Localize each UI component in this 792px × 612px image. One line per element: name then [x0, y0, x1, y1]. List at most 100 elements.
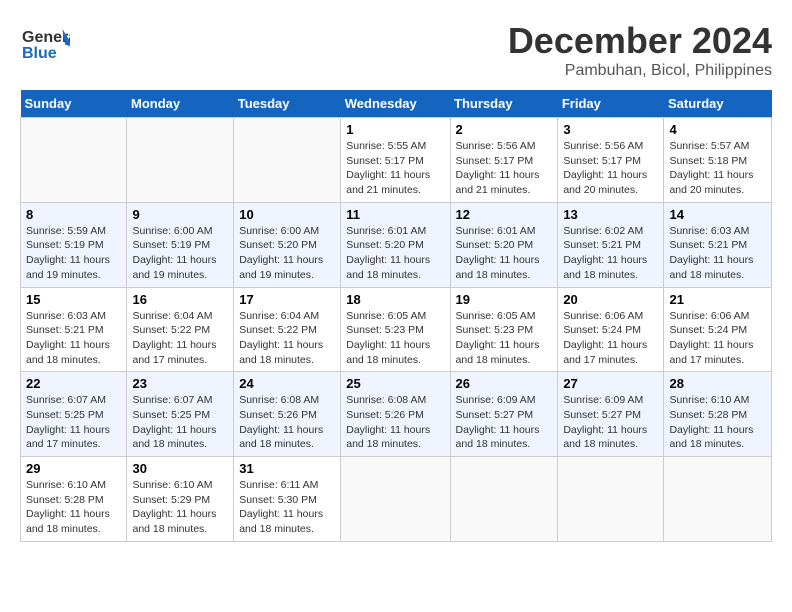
day-number: 26 [456, 376, 553, 391]
calendar-cell: 11 Sunrise: 6:01 AMSunset: 5:20 PMDaylig… [341, 202, 450, 287]
day-header-tuesday: Tuesday [234, 90, 341, 118]
calendar-week-row: 1 Sunrise: 5:55 AMSunset: 5:17 PMDayligh… [21, 118, 772, 203]
day-number: 16 [132, 292, 228, 307]
calendar-cell: 26 Sunrise: 6:09 AMSunset: 5:27 PMDaylig… [450, 372, 558, 457]
calendar-cell [127, 118, 234, 203]
day-number: 28 [669, 376, 766, 391]
calendar-cell: 10 Sunrise: 6:00 AMSunset: 5:20 PMDaylig… [234, 202, 341, 287]
calendar-cell: 31 Sunrise: 6:11 AMSunset: 5:30 PMDaylig… [234, 457, 341, 542]
day-info: Sunrise: 5:56 AMSunset: 5:17 PMDaylight:… [563, 140, 647, 196]
day-info: Sunrise: 6:11 AMSunset: 5:30 PMDaylight:… [239, 479, 323, 535]
calendar-cell: 27 Sunrise: 6:09 AMSunset: 5:27 PMDaylig… [558, 372, 664, 457]
day-number: 17 [239, 292, 335, 307]
day-header-sunday: Sunday [21, 90, 127, 118]
day-header-thursday: Thursday [450, 90, 558, 118]
day-number: 31 [239, 461, 335, 476]
calendar-table: SundayMondayTuesdayWednesdayThursdayFrid… [20, 90, 772, 542]
calendar-cell: 17 Sunrise: 6:04 AMSunset: 5:22 PMDaylig… [234, 287, 341, 372]
day-info: Sunrise: 6:02 AMSunset: 5:21 PMDaylight:… [563, 225, 647, 281]
calendar-body: 1 Sunrise: 5:55 AMSunset: 5:17 PMDayligh… [21, 118, 772, 542]
calendar-cell: 12 Sunrise: 6:01 AMSunset: 5:20 PMDaylig… [450, 202, 558, 287]
calendar-cell: 16 Sunrise: 6:04 AMSunset: 5:22 PMDaylig… [127, 287, 234, 372]
day-number: 13 [563, 207, 658, 222]
calendar-cell: 20 Sunrise: 6:06 AMSunset: 5:24 PMDaylig… [558, 287, 664, 372]
day-info: Sunrise: 6:01 AMSunset: 5:20 PMDaylight:… [346, 225, 430, 281]
page-header: General Blue December 2024 Pambuhan, Bic… [20, 20, 772, 80]
title-section: December 2024 Pambuhan, Bicol, Philippin… [508, 20, 772, 80]
calendar-cell: 24 Sunrise: 6:08 AMSunset: 5:26 PMDaylig… [234, 372, 341, 457]
calendar-cell: 4 Sunrise: 5:57 AMSunset: 5:18 PMDayligh… [664, 118, 772, 203]
day-info: Sunrise: 6:05 AMSunset: 5:23 PMDaylight:… [456, 310, 540, 366]
day-header-monday: Monday [127, 90, 234, 118]
calendar-cell [664, 457, 772, 542]
calendar-cell: 29 Sunrise: 6:10 AMSunset: 5:28 PMDaylig… [21, 457, 127, 542]
logo: General Blue [20, 20, 73, 75]
month-title: December 2024 [508, 20, 772, 62]
day-number: 4 [669, 122, 766, 137]
location: Pambuhan, Bicol, Philippines [508, 62, 772, 80]
calendar-cell: 13 Sunrise: 6:02 AMSunset: 5:21 PMDaylig… [558, 202, 664, 287]
calendar-cell: 9 Sunrise: 6:00 AMSunset: 5:19 PMDayligh… [127, 202, 234, 287]
day-number: 30 [132, 461, 228, 476]
day-number: 24 [239, 376, 335, 391]
day-info: Sunrise: 6:04 AMSunset: 5:22 PMDaylight:… [239, 310, 323, 366]
day-info: Sunrise: 6:10 AMSunset: 5:28 PMDaylight:… [669, 394, 753, 450]
calendar-cell [21, 118, 127, 203]
day-header-wednesday: Wednesday [341, 90, 450, 118]
day-number: 27 [563, 376, 658, 391]
day-number: 15 [26, 292, 121, 307]
svg-text:General: General [22, 29, 70, 46]
day-info: Sunrise: 6:03 AMSunset: 5:21 PMDaylight:… [26, 310, 110, 366]
day-info: Sunrise: 6:07 AMSunset: 5:25 PMDaylight:… [132, 394, 216, 450]
day-number: 25 [346, 376, 444, 391]
day-info: Sunrise: 6:05 AMSunset: 5:23 PMDaylight:… [346, 310, 430, 366]
day-number: 10 [239, 207, 335, 222]
calendar-cell: 22 Sunrise: 6:07 AMSunset: 5:25 PMDaylig… [21, 372, 127, 457]
day-info: Sunrise: 6:10 AMSunset: 5:28 PMDaylight:… [26, 479, 110, 535]
day-info: Sunrise: 6:06 AMSunset: 5:24 PMDaylight:… [669, 310, 753, 366]
day-number: 1 [346, 122, 444, 137]
calendar-cell: 15 Sunrise: 6:03 AMSunset: 5:21 PMDaylig… [21, 287, 127, 372]
day-info: Sunrise: 6:08 AMSunset: 5:26 PMDaylight:… [346, 394, 430, 450]
calendar-cell [341, 457, 450, 542]
calendar-cell: 19 Sunrise: 6:05 AMSunset: 5:23 PMDaylig… [450, 287, 558, 372]
day-number: 8 [26, 207, 121, 222]
calendar-cell [450, 457, 558, 542]
calendar-week-row: 29 Sunrise: 6:10 AMSunset: 5:28 PMDaylig… [21, 457, 772, 542]
day-number: 23 [132, 376, 228, 391]
calendar-cell: 18 Sunrise: 6:05 AMSunset: 5:23 PMDaylig… [341, 287, 450, 372]
day-number: 29 [26, 461, 121, 476]
day-number: 2 [456, 122, 553, 137]
day-info: Sunrise: 5:59 AMSunset: 5:19 PMDaylight:… [26, 225, 110, 281]
calendar-week-row: 22 Sunrise: 6:07 AMSunset: 5:25 PMDaylig… [21, 372, 772, 457]
day-number: 21 [669, 292, 766, 307]
calendar-cell: 14 Sunrise: 6:03 AMSunset: 5:21 PMDaylig… [664, 202, 772, 287]
day-info: Sunrise: 5:56 AMSunset: 5:17 PMDaylight:… [456, 140, 540, 196]
calendar-cell: 1 Sunrise: 5:55 AMSunset: 5:17 PMDayligh… [341, 118, 450, 203]
day-info: Sunrise: 6:00 AMSunset: 5:20 PMDaylight:… [239, 225, 323, 281]
day-number: 19 [456, 292, 553, 307]
day-info: Sunrise: 6:00 AMSunset: 5:19 PMDaylight:… [132, 225, 216, 281]
svg-text:Blue: Blue [22, 45, 57, 62]
day-number: 20 [563, 292, 658, 307]
calendar-cell: 25 Sunrise: 6:08 AMSunset: 5:26 PMDaylig… [341, 372, 450, 457]
calendar-cell [234, 118, 341, 203]
day-info: Sunrise: 6:09 AMSunset: 5:27 PMDaylight:… [456, 394, 540, 450]
calendar-header-row: SundayMondayTuesdayWednesdayThursdayFrid… [21, 90, 772, 118]
day-number: 12 [456, 207, 553, 222]
day-number: 3 [563, 122, 658, 137]
day-info: Sunrise: 5:57 AMSunset: 5:18 PMDaylight:… [669, 140, 753, 196]
day-header-friday: Friday [558, 90, 664, 118]
day-number: 22 [26, 376, 121, 391]
calendar-cell: 21 Sunrise: 6:06 AMSunset: 5:24 PMDaylig… [664, 287, 772, 372]
day-number: 9 [132, 207, 228, 222]
calendar-cell: 8 Sunrise: 5:59 AMSunset: 5:19 PMDayligh… [21, 202, 127, 287]
calendar-week-row: 8 Sunrise: 5:59 AMSunset: 5:19 PMDayligh… [21, 202, 772, 287]
day-info: Sunrise: 6:06 AMSunset: 5:24 PMDaylight:… [563, 310, 647, 366]
day-header-saturday: Saturday [664, 90, 772, 118]
day-info: Sunrise: 6:09 AMSunset: 5:27 PMDaylight:… [563, 394, 647, 450]
day-info: Sunrise: 6:01 AMSunset: 5:20 PMDaylight:… [456, 225, 540, 281]
calendar-cell: 30 Sunrise: 6:10 AMSunset: 5:29 PMDaylig… [127, 457, 234, 542]
day-info: Sunrise: 6:10 AMSunset: 5:29 PMDaylight:… [132, 479, 216, 535]
day-number: 18 [346, 292, 444, 307]
